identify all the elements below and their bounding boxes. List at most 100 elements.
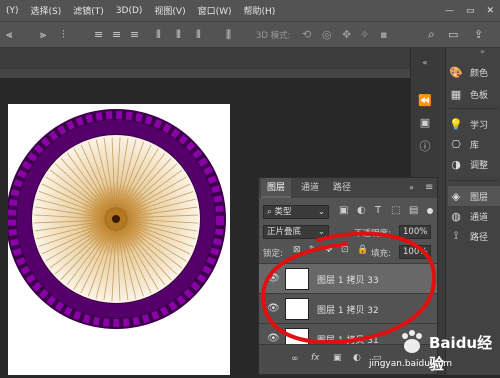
wheel-artwork [6,109,226,329]
dock-item-paths[interactable]: ⟟ 路径 [448,226,500,246]
menu-item-view[interactable]: 视图(V) [148,4,191,17]
adjustments-icon: ◑ [451,157,461,171]
fill-input[interactable]: 100% [399,245,431,259]
menu-item-y[interactable]: (Y) [0,6,25,16]
align-left-icon[interactable]: ⫷ [6,28,12,42]
expand-panels-icon[interactable]: « [416,58,434,74]
layer-row[interactable]: 👁 图层 1 拷贝 32 [259,293,437,323]
adjustment-icon[interactable]: ◐ [353,353,361,363]
workspace-icon[interactable]: ▭ [448,28,458,41]
filter-kind-select[interactable]: ⌕ 类型 ⌄ [263,205,329,219]
opacity-label: 不透明度: [354,229,391,239]
distribute-bottom-icon[interactable]: ≡ [130,28,139,41]
fx-icon[interactable]: fx [311,353,320,363]
eye-icon[interactable]: 👁 [267,303,280,314]
3d-scale-icon[interactable]: ▪ [380,28,387,41]
dock-item-swatches[interactable]: ▦ 色板 [448,84,500,104]
tab-layers[interactable]: 图层 [261,178,292,198]
dock-item-libraries[interactable]: ⎔ 库 [448,134,500,154]
tab-channels[interactable]: 通道 [295,178,325,198]
lock-pixels-icon[interactable]: ✎ [309,245,317,255]
link-icon[interactable]: ∞ [291,354,299,364]
filter-type-icon[interactable]: T [375,205,381,216]
panel-collapse-icon[interactable]: » [409,183,414,192]
align-center-icon[interactable]: ⫸ [40,28,46,42]
minimize-button[interactable]: — [439,6,460,16]
fill-label: 填充: [371,249,391,259]
auto-align-icon[interactable]: ⫼ [226,28,231,42]
layer-row[interactable]: 👁 图层 1 拷贝 33 [259,263,437,293]
dock-collapse-icon[interactable]: » [480,47,485,56]
dock-item-layers[interactable]: ◈ 图层 [448,186,500,206]
layers-icon: ◈ [451,189,461,203]
tab-paths[interactable]: 路径 [327,178,357,198]
filter-shape-icon[interactable]: ⬚ [391,205,400,216]
search-icon[interactable]: ⌕ [428,27,435,42]
menu-bar: (Y) 选择(S) 滤镜(T) 3D(D) 视图(V) 窗口(W) 帮助(H) … [0,0,500,21]
filter-smart-icon[interactable]: ▤ [409,205,418,216]
mask-icon[interactable]: ▣ [333,353,342,363]
baidu-paw-icon [402,330,422,353]
info-icon[interactable]: ⓘ [416,138,434,154]
menu-item-window[interactable]: 窗口(W) [192,4,238,17]
share-icon[interactable]: ⇪ [474,28,483,41]
dock-item-adjustments[interactable]: ◑ 调整 [448,154,500,174]
distribute-right-icon[interactable]: ⦀ [196,28,201,42]
filter-adjust-icon[interactable]: ◐ [357,205,366,216]
lock-all-icon[interactable]: 🔒 [357,245,368,255]
menu-item-filter[interactable]: 滤镜(T) [67,4,110,17]
distribute-top-icon[interactable]: ≡ [94,28,103,41]
panel-menu-icon[interactable]: ≡ [425,182,433,193]
menu-item-help[interactable]: 帮助(H) [238,4,282,17]
close-button[interactable]: ✕ [480,6,500,16]
3d-slide-icon[interactable]: ✧ [360,28,369,41]
blend-mode-select[interactable]: 正片叠底 ⌄ [263,225,329,239]
opacity-input[interactable]: 100% [399,225,431,239]
history-icon[interactable]: ⏪ [416,94,434,110]
chevron-down-icon: ⌄ [317,227,325,237]
layer-thumbnail [285,268,309,290]
document-canvas[interactable] [6,104,230,375]
menu-item-3d[interactable]: 3D(D) [110,6,149,16]
distribute-hcenter-icon[interactable]: ⦀ [176,28,181,42]
properties-icon[interactable]: ▣ [416,116,434,132]
palette-icon: 🎨 [449,65,463,79]
options-bar: ⫷ ⫸ ⫶ ≡ ≡ ≡ ⦀ ⦀ ⦀ ⫼ 3D 模式: ⟲ ◎ ✥ ✧ ▪ ⌕ ▭… [0,21,500,48]
chevron-down-icon: ⌄ [317,207,325,217]
dock-item-color[interactable]: 🎨 颜色 [448,62,500,82]
dock-separator [449,108,498,109]
watermark-url: jingyan.baidu.com [369,359,453,369]
dock-item-channels[interactable]: ◍ 通道 [448,206,500,226]
dock-item-learn[interactable]: 💡 学习 [448,114,500,134]
swatches-icon: ▦ [450,87,462,101]
lock-transparent-icon[interactable]: ⊠ [293,245,301,255]
lock-position-icon[interactable]: ✥ [325,245,333,255]
3d-pan-icon[interactable]: ✥ [342,28,351,41]
distribute-left-icon[interactable]: ⦀ [156,28,161,42]
horizontal-ruler [0,69,437,78]
3d-roll-icon[interactable]: ◎ [322,28,332,41]
3d-mode-label: 3D 模式: [256,31,291,41]
layer-name: 图层 1 拷贝 32 [317,306,379,316]
menu-item-select[interactable]: 选择(S) [25,4,68,17]
channels-icon: ◍ [451,209,461,223]
lock-label: 锁定: [263,249,283,259]
layer-thumbnail [285,298,309,320]
layer-name: 图层 1 拷贝 33 [317,276,379,286]
filter-toggle[interactable] [427,208,433,214]
eye-icon[interactable]: 👁 [267,273,280,284]
distribute-middle-icon[interactable]: ≡ [112,28,121,41]
paths-icon: ⟟ [453,229,459,242]
lightbulb-icon: 💡 [449,117,463,131]
watermark: Baidu经验 jingyan.baidu.com [367,330,500,375]
eye-icon[interactable]: 👁 [267,333,280,344]
restore-button[interactable]: ▭ [460,6,481,16]
lock-artboard-icon[interactable]: ⊡ [341,245,349,255]
dock-separator [449,180,498,181]
panel-dock: » 🎨 颜色 ▦ 色板 💡 学习 ⎔ 库 ◑ 调整 ◈ 图层 ◍ 通道 ⟟ 路径 [445,47,500,375]
align-right-icon[interactable]: ⫶ [62,28,65,42]
filter-pixel-icon[interactable]: ▣ [339,205,348,216]
3d-orbit-icon[interactable]: ⟲ [302,28,311,41]
panel-divider [437,48,445,375]
libraries-icon: ⎔ [451,137,461,151]
